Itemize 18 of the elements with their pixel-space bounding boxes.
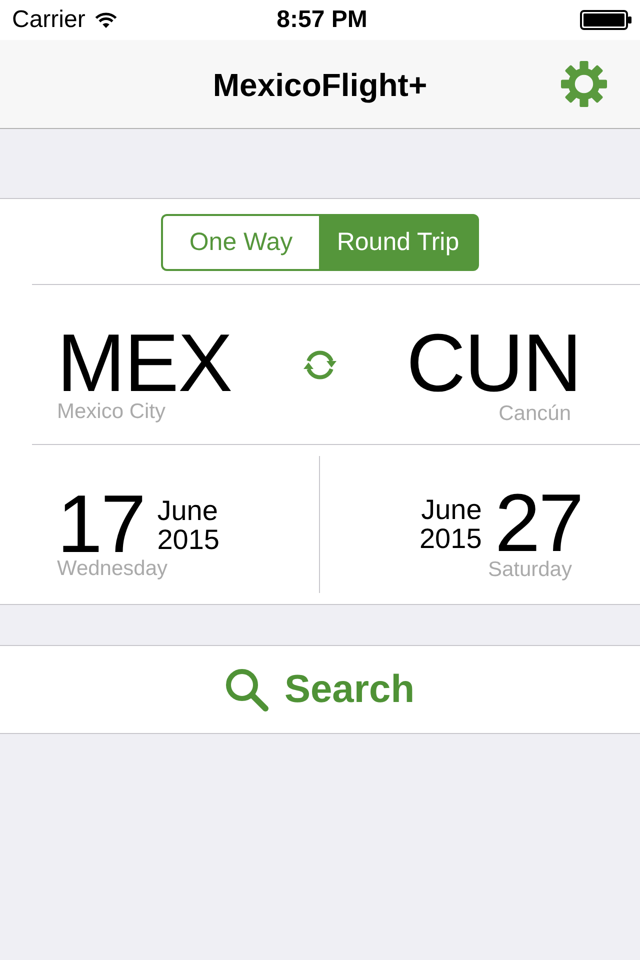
wifi-icon (94, 11, 118, 29)
month-text: June (420, 495, 482, 524)
search-icon (225, 668, 270, 712)
trip-type-tab[interactable]: Round Trip (319, 214, 479, 271)
settings-icon[interactable] (561, 61, 607, 107)
search-button[interactable]: Search (0, 645, 640, 734)
year-text: 2015 (419, 524, 482, 553)
month-text: June (157, 496, 219, 525)
trip-type-tab[interactable]: One Way (161, 214, 319, 271)
status-time: 8:57 PM (276, 8, 368, 32)
app-title: MexicoFlight+ (212, 67, 428, 101)
city-name: Cancún (498, 403, 571, 424)
battery-icon (580, 10, 632, 30)
city-name: Mexico City (57, 401, 166, 422)
airport-code: CUN (406, 323, 581, 405)
carrier-name: Carrier (12, 8, 86, 32)
weekday-text: Saturday (488, 559, 572, 580)
year-text: 2015 (157, 525, 220, 554)
